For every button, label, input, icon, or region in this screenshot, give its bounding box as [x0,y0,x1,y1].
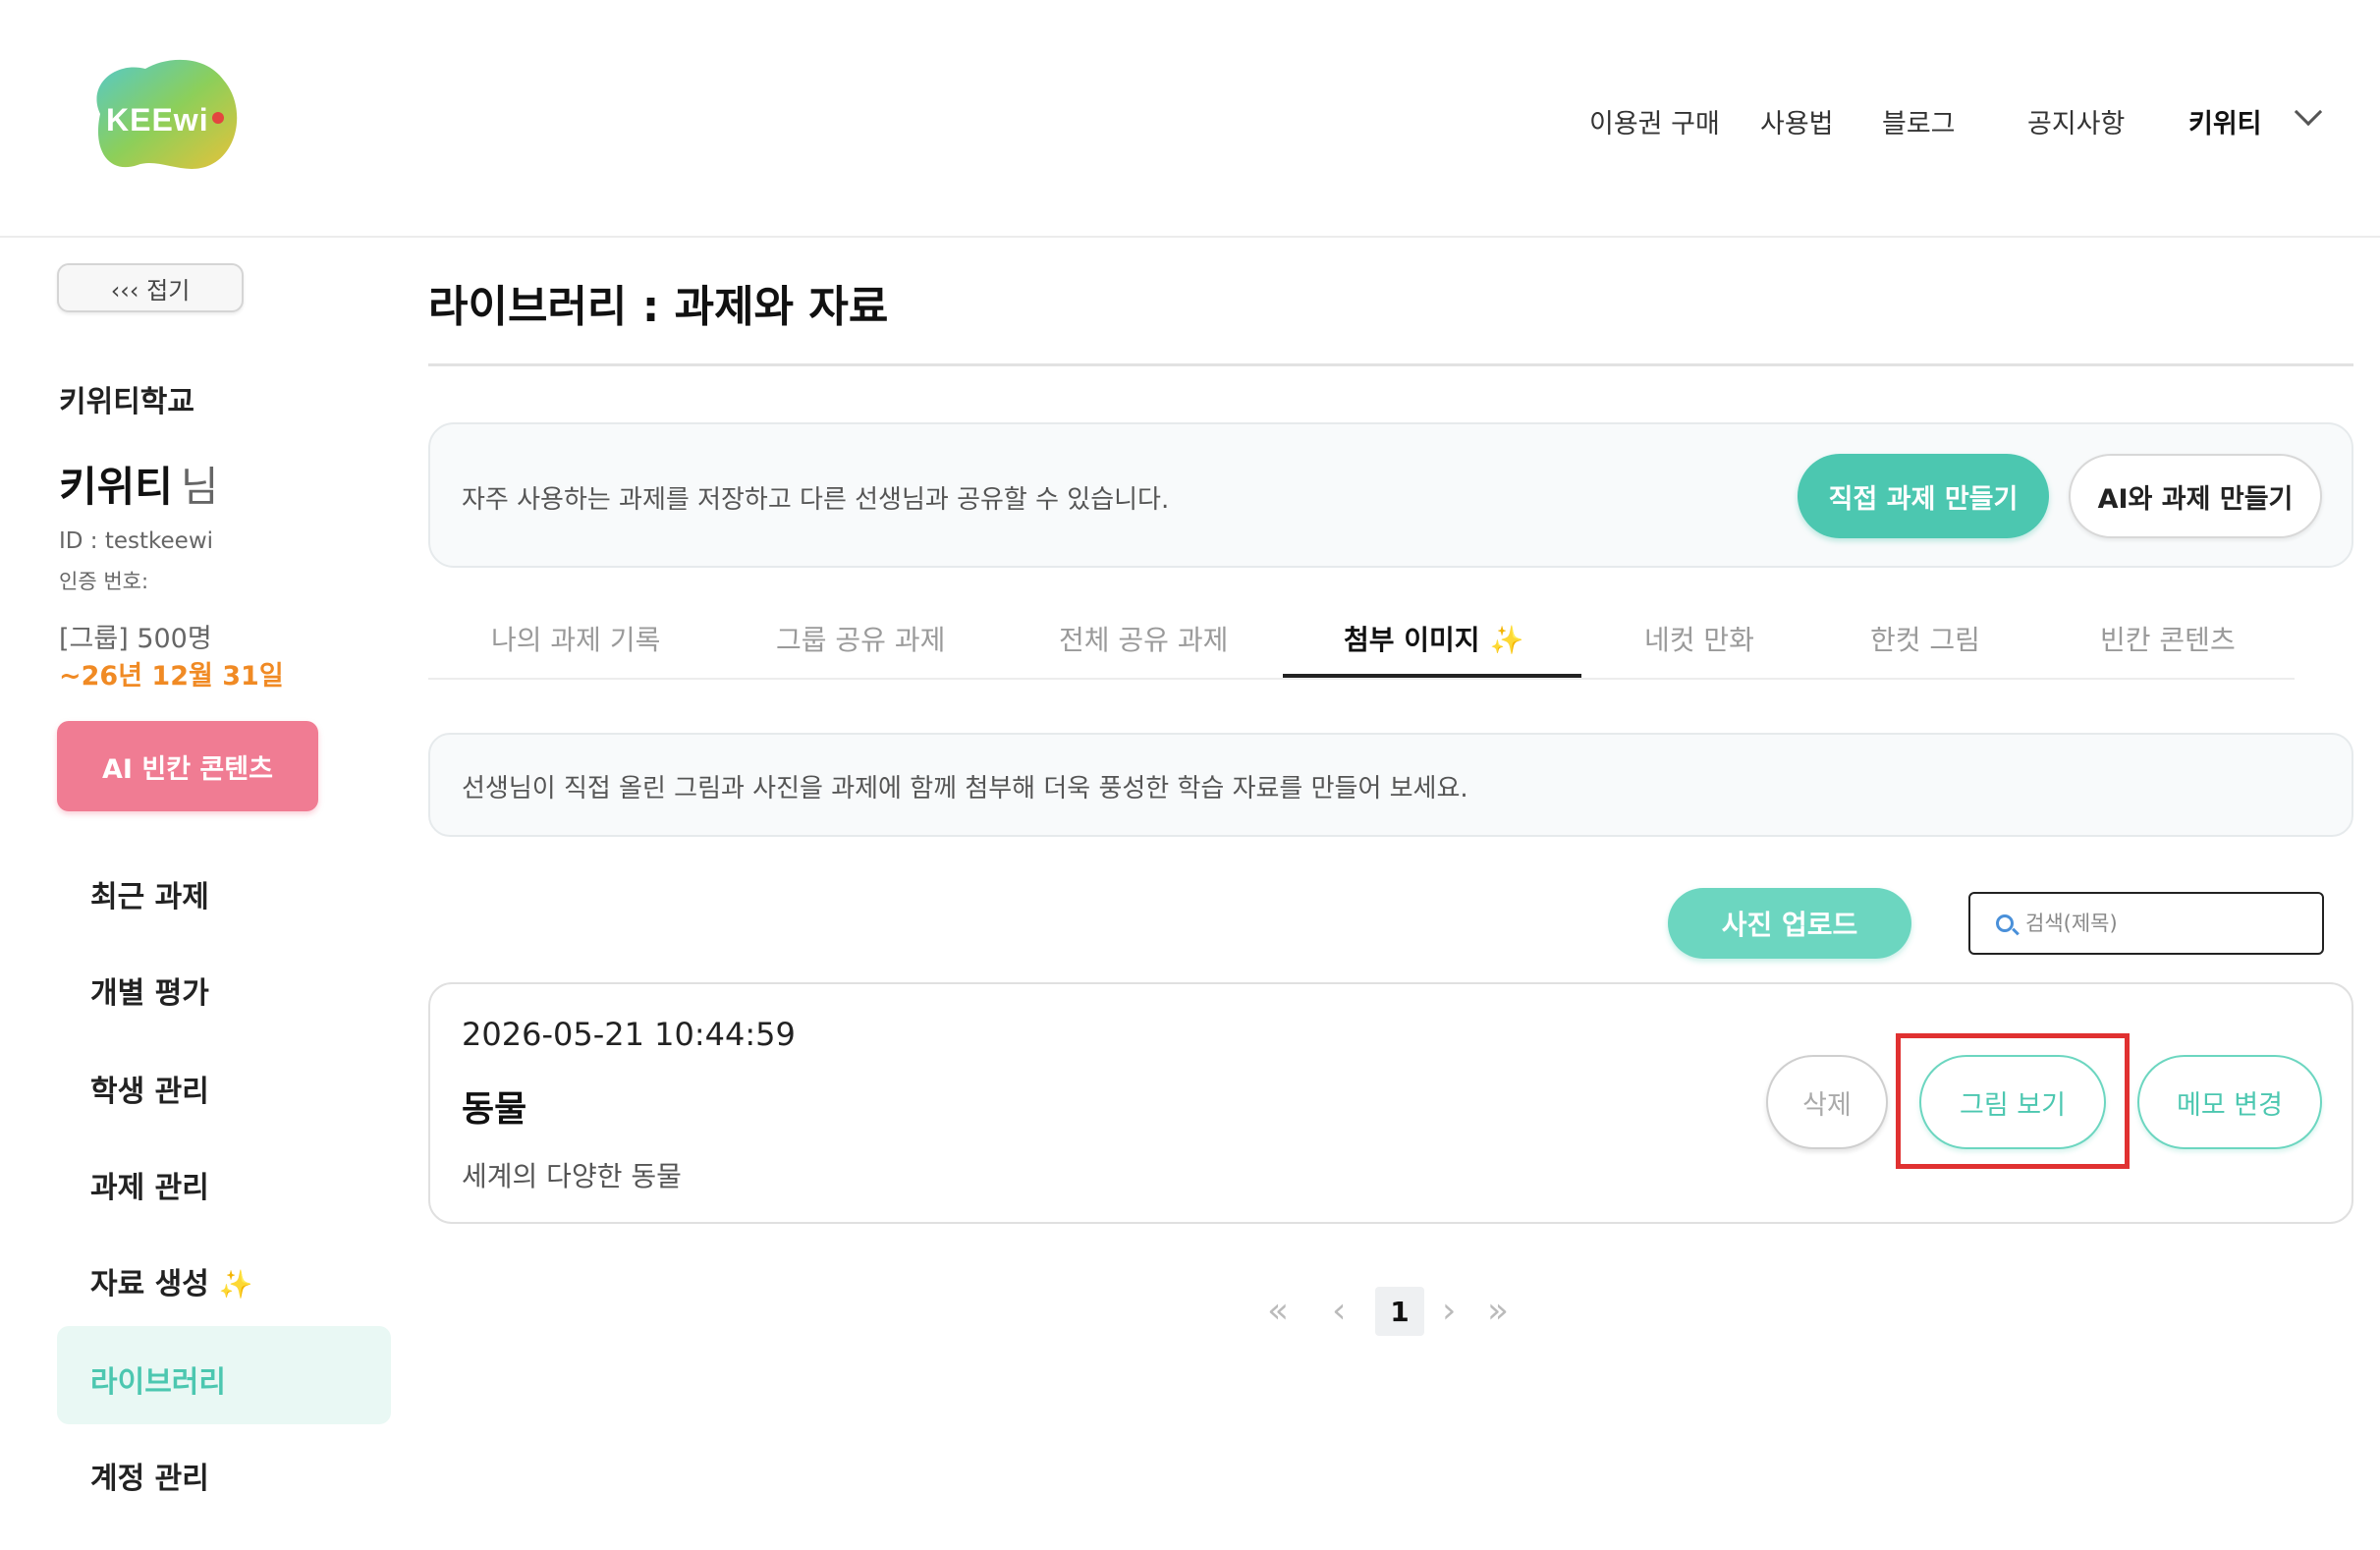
prev-page-button[interactable]: ‹ [1332,1283,1346,1338]
ai-blank-content-button[interactable]: AI 빈칸 콘텐츠 [57,721,318,811]
logo-text: KEEwi [106,102,209,138]
next-page-button[interactable]: › [1442,1283,1456,1338]
search-icon [1996,914,2014,932]
photo-upload-button[interactable]: 사진 업로드 [1668,888,1911,959]
create-direct-button[interactable]: 직접 과제 만들기 [1798,454,2049,538]
tab-four-cut-comic[interactable]: 네컷 만화 [1644,619,1754,658]
tab-one-cut-drawing[interactable]: 한컷 그림 [1870,619,1980,658]
sidebar-item-students[interactable]: 학생 관리 [90,1067,209,1110]
fold-sidebar-button[interactable]: ‹‹‹ 접기 [57,263,244,312]
sidebar-item-library[interactable]: 라이브러리 [90,1357,226,1401]
keewi-logo[interactable]: KEEwi [86,55,244,177]
title-divider [428,363,2353,366]
search-input[interactable] [2025,912,2300,935]
sidebar-item-assignments[interactable]: 과제 관리 [90,1163,209,1206]
sparkle-icon: ✨ [1489,624,1524,656]
sidebar-item-account[interactable]: 계정 관리 [90,1454,209,1497]
last-page-button[interactable]: » [1487,1283,1509,1338]
tab-all-shared[interactable]: 전체 공유 과제 [1059,619,1228,658]
tab-blank-content[interactable]: 빈칸 콘텐츠 [2100,619,2236,658]
user-name-text: 키위티 [59,463,173,511]
active-tab-underline [1283,674,1581,678]
plan-info: [그룹] 500명 [59,624,212,654]
top-header: KEEwi 이용권 구매 사용법 블로그 공지사항 키위티 [0,0,2380,238]
user-suffix: 님 [180,463,219,511]
tab-my-records[interactable]: 나의 과제 기록 [491,619,660,658]
sidebar-item-recent[interactable]: 최근 과제 [90,872,209,915]
user-menu[interactable]: 키위티 [2188,102,2262,140]
tab-attached-images[interactable]: 첨부 이미지 ✨ [1344,619,1523,658]
chevron-down-icon[interactable] [2294,97,2323,127]
info-text: 자주 사용하는 과제를 저장하고 다른 선생님과 공유할 수 있습니다. [462,485,1170,515]
library-tabs: 나의 과제 기록 그룹 공유 과제 전체 공유 과제 첨부 이미지 ✨ 네컷 만화… [428,589,2295,680]
tab-group-shared[interactable]: 그룹 공유 과제 [776,619,945,658]
description-text: 선생님이 직접 올린 그림과 사진을 과제에 함께 첨부해 더욱 풍성한 학습 … [462,774,1468,803]
page-title: 라이브러리 : 과제와 자료 [428,282,889,332]
sidebar-item-evaluation[interactable]: 개별 평가 [90,969,209,1012]
create-ai-button[interactable]: AI와 과제 만들기 [2069,454,2322,538]
user-id: ID : testkeewi [59,528,214,554]
tab-attached-images-label: 첨부 이미지 [1344,624,1480,656]
first-page-button[interactable]: « [1267,1283,1289,1338]
cert-number-label: 인증 번호: [59,570,149,593]
sparkle-icon: ✨ [218,1268,253,1301]
edit-memo-button[interactable]: 메모 변경 [2137,1055,2322,1149]
user-name: 키위티 님 [59,454,219,514]
school-name: 키위티학교 [59,385,194,419]
nav-blog[interactable]: 블로그 [1882,102,1956,140]
current-page[interactable]: 1 [1375,1287,1424,1336]
delete-button[interactable]: 삭제 [1766,1055,1888,1149]
sidebar-item-create-material[interactable]: 자료 생성 ✨ [90,1259,253,1302]
nav-notice[interactable]: 공지사항 [2027,102,2125,140]
plan-expiry: ~26년 12월 31일 [59,661,284,692]
card-description: 세계의 다양한 동물 [462,1160,682,1192]
sidebar-item-create-material-label: 자료 생성 [90,1267,209,1301]
highlight-box [1896,1033,2130,1169]
nav-purchase[interactable]: 이용권 구매 [1589,102,1720,140]
nav-howto[interactable]: 사용법 [1760,102,1834,140]
card-title: 동물 [462,1089,527,1130]
search-box[interactable] [1968,892,2324,955]
card-date: 2026-05-21 10:44:59 [462,1016,796,1053]
